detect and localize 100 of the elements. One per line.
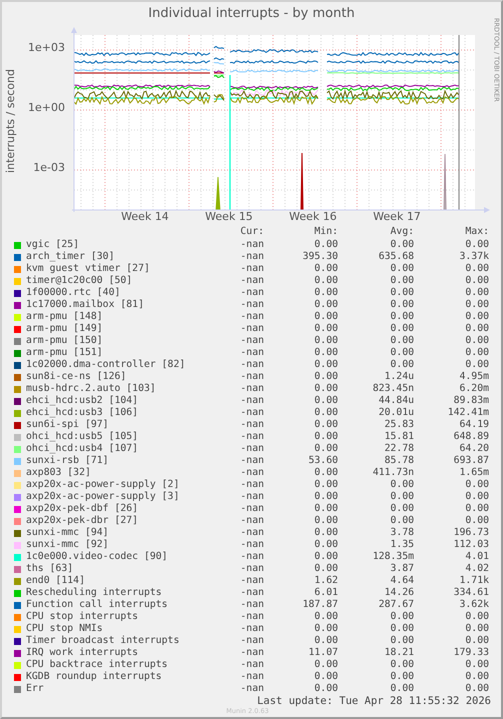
legend-value: 0.00 [313, 611, 338, 623]
legend-value: 0.00 [464, 659, 489, 671]
legend-value: 0.00 [464, 287, 489, 299]
legend-value: 0.00 [313, 539, 338, 551]
legend-value: 0.00 [464, 275, 489, 287]
legend-value: 0.00 [389, 611, 414, 623]
legend-value: -nan [239, 239, 264, 251]
legend-label: arch_timer [30] [26, 251, 116, 263]
legend-value: -nan [239, 347, 264, 359]
legend-value: 0.00 [313, 335, 338, 347]
legend-value: 0.00 [389, 335, 414, 347]
legend-value: 22.78 [384, 443, 414, 455]
legend-value: 0.00 [464, 683, 489, 695]
legend-value: 0.00 [464, 479, 489, 491]
legend-label: ohci_hcd:usb5 [105] [26, 431, 140, 443]
column-header: Min: [313, 226, 338, 238]
legend-value: 0.00 [313, 443, 338, 455]
legend-value: -nan [239, 287, 264, 299]
legend-value: 0.00 [464, 671, 489, 683]
legend-value: 0.00 [389, 659, 414, 671]
legend-value: -nan [239, 323, 264, 335]
legend-value: -nan [239, 251, 264, 263]
legend-value: 0.00 [389, 347, 414, 359]
legend-value: 0.00 [464, 335, 489, 347]
legend-value: 4.01 [464, 551, 489, 563]
legend-value: 85.78 [384, 455, 414, 467]
legend-value: -nan [239, 683, 264, 695]
legend-label: sun8i-ce-ns [126] [26, 371, 128, 383]
legend-value: 1.62 [313, 575, 338, 587]
legend-label: 1c0e000.video-codec [90] [26, 551, 169, 563]
legend-label: ehci_hcd:usb3 [106] [26, 407, 140, 419]
legend-value: -nan [239, 563, 264, 575]
legend-value: 1.24u [384, 371, 414, 383]
legend-value: 179.33 [452, 647, 489, 659]
legend-value: -nan [239, 635, 264, 647]
legend-label: arm-pmu [148] [26, 311, 104, 323]
legend-value: 0.00 [389, 299, 414, 311]
legend-value: 0.00 [389, 323, 414, 335]
legend-value: 0.00 [389, 311, 414, 323]
legend-value: 0.00 [464, 515, 489, 527]
legend-value: 0.00 [464, 299, 489, 311]
legend-value: -nan [239, 647, 264, 659]
legend-label: sunxi-mmc [92] [26, 539, 110, 551]
y-tick-label: 1e+03 [28, 41, 65, 55]
legend-value: 18.21 [384, 647, 414, 659]
legend-value: 0.00 [313, 527, 338, 539]
legend-label: Timer broadcast interrupts [26, 635, 180, 647]
legend-value: 0.00 [464, 503, 489, 515]
legend-value: 0.00 [389, 287, 414, 299]
legend-value: 0.00 [464, 635, 489, 647]
legend-label: CPU stop interrupts [26, 611, 140, 623]
legend-value: 4.64 [389, 575, 414, 587]
legend-label: 1c02000.dma-controller [82] [26, 359, 186, 371]
legend-value: 11.07 [308, 647, 338, 659]
legend-value: 411.73n [372, 467, 414, 479]
legend-value: 3.37k [458, 251, 489, 263]
legend-label: axp20x-pek-dbr [27] [26, 515, 140, 527]
legend-value: 0.00 [313, 395, 338, 407]
legend-value: 0.00 [389, 635, 414, 647]
x-tick-label: Week 17 [373, 210, 421, 224]
legend-value: 0.00 [389, 239, 414, 251]
legend-label: ths [63] [26, 563, 74, 575]
legend-value: -nan [239, 539, 264, 551]
legend-value: 0.00 [313, 683, 338, 695]
legend-value: 187.87 [302, 599, 338, 611]
column-header: Max: [464, 226, 489, 238]
legend-label: ehci_hcd:usb2 [104] [26, 395, 140, 407]
legend-value: 395.30 [302, 251, 338, 263]
legend-value: 112.03 [452, 539, 489, 551]
legend-value: 0.00 [464, 311, 489, 323]
legend-value: 0.00 [313, 563, 338, 575]
legend-value: 0.00 [313, 311, 338, 323]
legend-value: 44.84u [378, 395, 414, 407]
legend-value: 0.00 [464, 491, 489, 503]
legend-value: -nan [239, 551, 264, 563]
legend-value: -nan [239, 491, 264, 503]
legend-value: 287.67 [378, 599, 414, 611]
legend-value: -nan [239, 407, 264, 419]
legend-value: 0.00 [313, 287, 338, 299]
legend-value: -nan [239, 299, 264, 311]
legend-value: 1.65m [458, 467, 489, 479]
legend-label: Rescheduling interrupts [26, 587, 163, 599]
legend-value: -nan [239, 575, 264, 587]
legend-value: 0.00 [389, 491, 414, 503]
legend-value: 0.00 [313, 275, 338, 287]
legend-value: -nan [239, 395, 264, 407]
legend-label: arm-pmu [151] [26, 347, 104, 359]
legend-value: -nan [239, 455, 264, 467]
legend-value: -nan [239, 671, 264, 683]
legend-label: sun6i-spi [97] [26, 419, 110, 431]
column-header: Cur: [239, 226, 264, 238]
legend-value: -nan [239, 527, 264, 539]
legend-value: 0.00 [464, 239, 489, 251]
legend-label: CPU stop NMIs [26, 623, 104, 635]
legend-value: 142.41m [446, 407, 489, 419]
legend-value: -nan [239, 611, 264, 623]
legend-value: 823.45n [372, 383, 414, 395]
legend-value: 0.00 [313, 347, 338, 359]
legend-value: 196.73 [452, 527, 489, 539]
legend-value: 0.00 [313, 359, 338, 371]
